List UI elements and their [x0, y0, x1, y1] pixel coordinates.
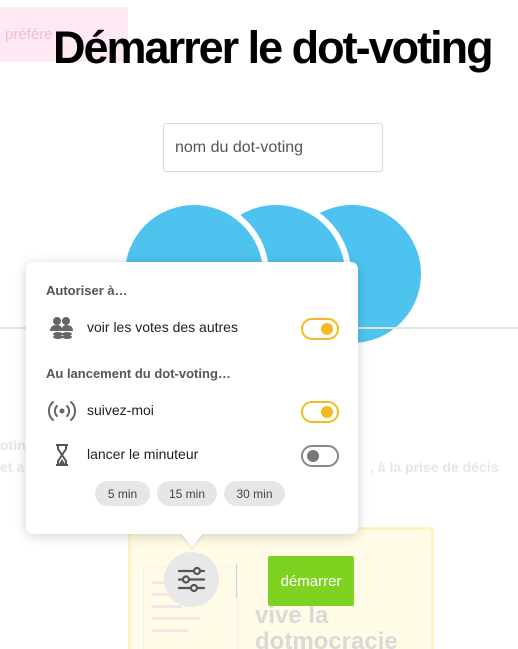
background-text: otin	[0, 437, 26, 453]
background-text: et a	[0, 459, 25, 475]
duration-chip-5[interactable]: 5 min	[95, 481, 150, 506]
footer-divider	[236, 564, 237, 598]
settings-button[interactable]	[164, 552, 219, 607]
preferences-tab-label: préfére	[5, 26, 53, 43]
hourglass-icon	[56, 444, 68, 466]
section-title-launch: Au lancement du dot-voting…	[46, 366, 231, 381]
timer-toggle[interactable]	[301, 445, 339, 467]
duration-chip-15[interactable]: 15 min	[157, 481, 217, 506]
broadcast-icon	[48, 401, 76, 421]
page-title: Démarrer le dot-voting	[53, 22, 494, 73]
follow-me-label: suivez-moi	[87, 402, 154, 418]
see-votes-label: voir les votes des autres	[87, 319, 238, 335]
group-coins-icon	[50, 317, 73, 339]
see-votes-toggle[interactable]	[301, 318, 339, 340]
dot-voting-name-input[interactable]	[163, 123, 383, 172]
popover-arrow	[181, 533, 203, 547]
duration-chip-30[interactable]: 30 min	[224, 481, 285, 506]
background-text: , à la prise de décis	[370, 459, 499, 475]
settings-popover: Autoriser à… voir les votes des autres A…	[26, 262, 358, 534]
sliders-icon	[177, 566, 206, 593]
timer-label: lancer le minuteur	[87, 446, 199, 462]
follow-me-toggle[interactable]	[301, 401, 339, 423]
start-button[interactable]: démarrer	[268, 556, 354, 606]
preview-text: vive la dotmocracie	[255, 602, 398, 649]
section-title-allow: Autoriser à…	[46, 283, 128, 298]
